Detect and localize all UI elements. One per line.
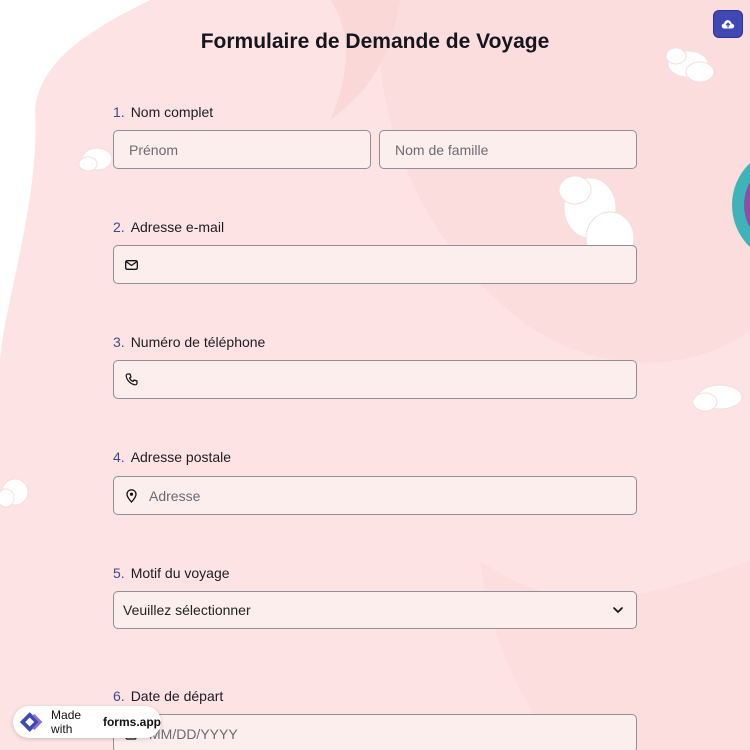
first-name-placeholder: Prénom xyxy=(129,141,179,158)
email-field[interactable] xyxy=(113,245,637,284)
travel-purpose-select[interactable]: Veuillez sélectionner xyxy=(113,591,637,629)
question-text: Motif du voyage xyxy=(130,565,230,581)
made-with-badge[interactable]: Made with forms.app xyxy=(13,706,161,738)
departure-date-field[interactable]: MM/DD/YYYY xyxy=(113,714,637,750)
question-label-departure-date: 6. Date de départ xyxy=(113,688,223,704)
question-text: Numéro de téléphone xyxy=(130,334,266,350)
question-label-travel-purpose: 5. Motif du voyage xyxy=(113,565,230,581)
map-pin-icon xyxy=(123,488,139,504)
question-label-email: 2. Adresse e-mail xyxy=(113,219,224,235)
chevron-down-icon xyxy=(613,607,623,613)
address-placeholder: Adresse xyxy=(149,487,201,504)
question-number: 1. xyxy=(113,104,125,120)
question-number: 2. xyxy=(113,219,125,235)
question-label-phone: 3. Numéro de téléphone xyxy=(113,334,265,350)
question-number: 6. xyxy=(113,688,125,704)
question-number: 4. xyxy=(113,449,125,465)
cloud-upload-icon xyxy=(721,20,735,29)
badge-brand: forms.app xyxy=(102,715,161,729)
forms-app-logo-icon xyxy=(19,712,43,732)
envelope-icon xyxy=(123,257,139,273)
select-value: Veuillez sélectionner xyxy=(123,602,251,618)
first-name-input[interactable]: Prénom xyxy=(113,130,371,169)
question-text: Adresse postale xyxy=(130,449,232,465)
address-field[interactable]: Adresse xyxy=(113,476,637,515)
question-text: Date de départ xyxy=(130,688,224,704)
question-text: Adresse e-mail xyxy=(130,219,225,235)
form-title: Formulaire de Demande de Voyage xyxy=(200,30,550,53)
last-name-placeholder: Nom de famille xyxy=(395,141,489,158)
date-placeholder: MM/DD/YYYY xyxy=(149,725,238,742)
phone-icon xyxy=(123,372,139,388)
question-label-address: 4. Adresse postale xyxy=(113,449,231,465)
badge-prefix: Made with xyxy=(51,708,82,736)
question-label-full-name: 1. Nom complet xyxy=(113,104,213,120)
phone-field[interactable] xyxy=(113,360,637,399)
question-number: 5. xyxy=(113,565,125,581)
question-text: Nom complet xyxy=(130,104,214,120)
last-name-input[interactable]: Nom de famille xyxy=(379,130,637,169)
question-number: 3. xyxy=(113,334,125,350)
